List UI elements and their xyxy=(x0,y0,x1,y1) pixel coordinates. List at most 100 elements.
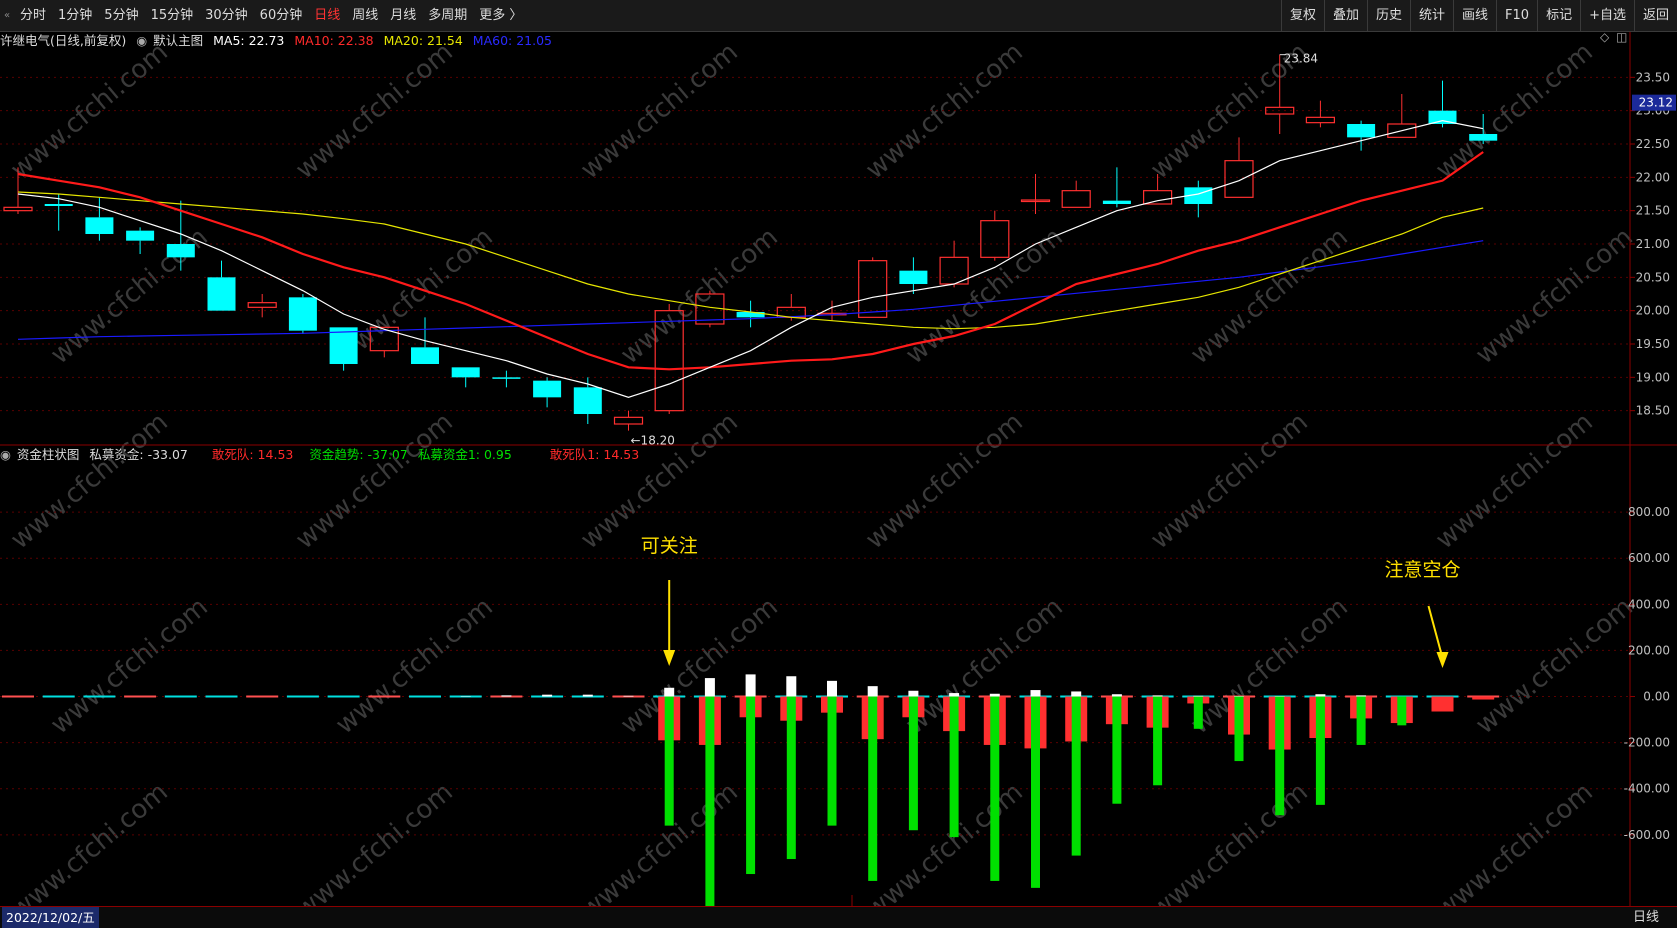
green-bar xyxy=(1316,697,1325,805)
green-bar xyxy=(1194,697,1203,729)
annotation-empty-position: 注意空仓 xyxy=(1384,559,1460,581)
white-bar xyxy=(624,696,634,697)
white-bar xyxy=(542,695,552,697)
white-bar xyxy=(1153,695,1163,696)
watermark-text: www.cfchi.com xyxy=(290,37,459,185)
white-bar xyxy=(827,681,837,697)
status-bar: 2022/12/02/五 日线 xyxy=(0,906,1677,928)
sub-tick-label: 400.00 xyxy=(1628,597,1670,611)
watermark-text: www.cfchi.com xyxy=(290,777,459,906)
white-bar xyxy=(1031,690,1041,696)
white-bar xyxy=(990,694,1000,697)
candle-body xyxy=(899,271,927,284)
watermark-text: www.cfchi.com xyxy=(1145,407,1314,555)
candle-body xyxy=(574,387,602,414)
green-bar xyxy=(787,697,796,860)
main-tick-label: 20.00 xyxy=(1636,304,1670,318)
green-bar xyxy=(665,697,674,826)
watermark-text: www.cfchi.com xyxy=(5,777,174,906)
annotation-arrow-head xyxy=(663,650,675,666)
main-tick-label: 21.50 xyxy=(1636,204,1670,218)
sub-tick-label: 800.00 xyxy=(1628,505,1670,519)
candle-body xyxy=(289,297,317,330)
candle-body xyxy=(533,381,561,398)
watermark-text: www.cfchi.com xyxy=(575,407,744,555)
current-price-label: 23.12 xyxy=(1639,96,1673,110)
white-bar xyxy=(868,686,878,696)
green-bar xyxy=(828,697,837,826)
candle-body xyxy=(45,204,73,206)
green-bar xyxy=(1153,697,1162,786)
watermark-text: www.cfchi.com xyxy=(290,407,459,555)
watermark-text: www.cfchi.com xyxy=(1470,592,1639,740)
white-bar xyxy=(786,676,796,696)
green-bar xyxy=(746,697,755,875)
candle-body xyxy=(126,231,154,241)
main-tick-label: 19.00 xyxy=(1636,370,1670,384)
candle-body xyxy=(4,207,32,210)
white-bar xyxy=(908,691,918,697)
white-bar xyxy=(949,693,959,696)
white-bar xyxy=(1071,691,1081,696)
green-bar xyxy=(1112,697,1121,804)
watermark-text: www.cfchi.com xyxy=(860,407,1029,555)
main-tick-label: 18.50 xyxy=(1636,404,1670,418)
red-bar xyxy=(1432,697,1454,712)
green-bar xyxy=(1397,697,1406,726)
green-bar xyxy=(868,697,877,881)
sub-tick-label: 0.00 xyxy=(1643,690,1670,704)
candle-body xyxy=(208,277,236,310)
green-bar xyxy=(705,697,714,906)
candle-body xyxy=(452,367,480,377)
candle-body xyxy=(859,261,887,318)
main-tick-label: 22.00 xyxy=(1636,170,1670,184)
watermark-text: www.cfchi.com xyxy=(45,592,214,740)
red-bar xyxy=(1472,697,1494,700)
candle-body xyxy=(85,217,113,234)
candle-body xyxy=(615,417,643,424)
watermark-text: www.cfchi.com xyxy=(1430,777,1599,906)
white-bar xyxy=(1193,696,1203,697)
white-bar xyxy=(705,678,715,696)
candle-body xyxy=(1103,201,1131,204)
candle-body xyxy=(1062,191,1090,208)
green-bar xyxy=(909,697,918,831)
watermark-text: www.cfchi.com xyxy=(5,37,174,185)
annotation-arrow-head xyxy=(1437,652,1449,668)
candle-body xyxy=(492,377,520,379)
watermark-text: www.cfchi.com xyxy=(860,777,1029,906)
main-tick-label: 20.50 xyxy=(1636,270,1670,284)
cursor-date: 2022/12/02/五 xyxy=(2,907,99,928)
candle-body xyxy=(1306,117,1334,122)
white-bar xyxy=(664,688,674,697)
window-icon: ◫ xyxy=(1616,30,1627,44)
candle-body xyxy=(1347,124,1375,137)
watermark-text: www.cfchi.com xyxy=(1185,222,1354,370)
candle-body xyxy=(1225,161,1253,198)
period-label[interactable]: 日线 xyxy=(1633,907,1659,928)
white-bar xyxy=(746,674,756,696)
watermark-text: www.cfchi.com xyxy=(1145,777,1314,906)
green-bar xyxy=(990,697,999,881)
main-tick-label: 22.50 xyxy=(1636,137,1670,151)
watermark-group: www.cfchi.com www.cfchi.com www.cfchi.com w… xyxy=(5,37,1639,906)
watermark-text: www.cfchi.com xyxy=(575,777,744,906)
kline-chart[interactable]: www.cfchi.com www.cfchi.com www.cfchi.com w… xyxy=(0,0,1677,906)
green-bar xyxy=(1275,697,1284,816)
annotation-watch: 可关注 xyxy=(641,535,698,557)
main-tick-label: 23.50 xyxy=(1636,70,1670,84)
green-bar xyxy=(1357,697,1366,745)
main-tick-label: 19.50 xyxy=(1636,337,1670,351)
green-bar xyxy=(1235,697,1244,762)
sub-tick-label: -600.00 xyxy=(1624,828,1670,842)
main-tick-label: 21.00 xyxy=(1636,237,1670,251)
white-bar xyxy=(1112,694,1122,696)
green-bar xyxy=(1072,697,1081,856)
watermark-text: www.cfchi.com xyxy=(1430,407,1599,555)
sub-tick-label: 200.00 xyxy=(1628,643,1670,657)
watermark-text: www.cfchi.com xyxy=(575,37,744,185)
candle-body xyxy=(411,347,439,364)
white-bar xyxy=(1356,695,1366,696)
sub-tick-label: -400.00 xyxy=(1624,782,1670,796)
watermark-text: www.cfchi.com xyxy=(5,407,174,555)
